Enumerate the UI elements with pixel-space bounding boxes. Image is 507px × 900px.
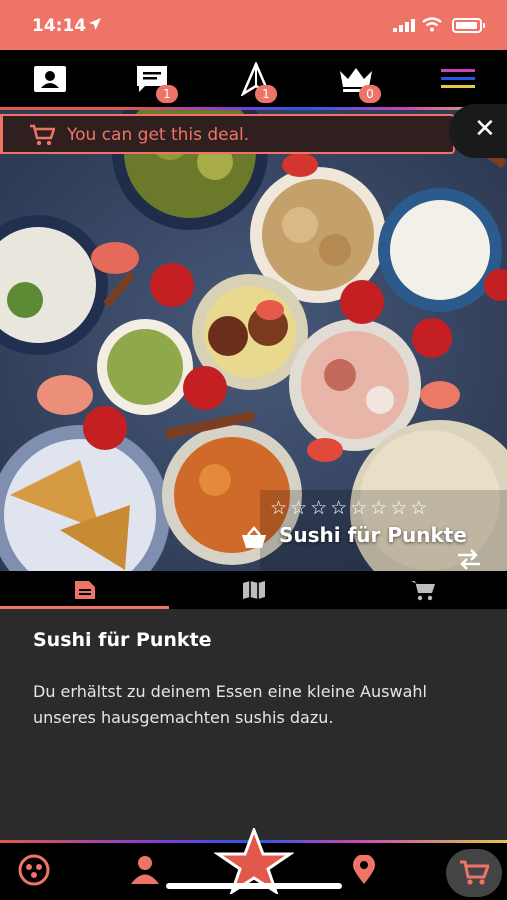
deal-description: Du erhältst zu deinem Essen eine kleine … xyxy=(33,682,427,727)
swap-arrows-icon[interactable] xyxy=(456,548,482,570)
rewards-badge: 0 xyxy=(359,85,381,103)
food-photo xyxy=(0,110,507,571)
coins-icon xyxy=(18,854,50,886)
deal-image: ☆☆☆☆☆☆☆☆ Sushi für Punkte xyxy=(0,110,507,571)
rating-stars[interactable]: ☆☆☆☆☆☆☆☆ xyxy=(270,497,430,519)
hero-deal-title: Sushi für Punkte xyxy=(279,523,467,547)
close-icon: ✕ xyxy=(474,114,496,144)
top-nav: 1 1 0 xyxy=(0,50,507,110)
detail-tabs xyxy=(0,571,507,609)
tab-cart[interactable] xyxy=(338,571,507,609)
battery-icon xyxy=(452,18,485,33)
status-time: 14:14 xyxy=(32,16,87,36)
chat-badge: 1 xyxy=(156,85,178,103)
menu-button[interactable] xyxy=(438,62,478,96)
profile-card-button[interactable] xyxy=(30,62,70,96)
tab-map[interactable] xyxy=(169,571,338,609)
profile-button[interactable] xyxy=(125,852,165,888)
deal-banner: You can get this deal. xyxy=(0,114,455,154)
location-button[interactable] xyxy=(344,852,384,888)
cart-button[interactable] xyxy=(446,849,502,897)
cart-icon xyxy=(30,124,55,146)
user-icon xyxy=(131,856,159,884)
deal-details: Sushi für Punkte Du erhältst zu deinem E… xyxy=(0,609,507,840)
deal-title: Sushi für Punkte xyxy=(33,629,212,651)
status-bar: 14:14 xyxy=(0,0,507,50)
coins-button[interactable] xyxy=(14,852,54,888)
app-screen: 14:14 1 1 0 ☆☆☆☆☆☆☆☆ Sushi für Punkte Yo… xyxy=(0,0,507,900)
menu-icon xyxy=(441,69,475,88)
document-icon xyxy=(74,581,95,599)
close-banner-button[interactable]: ✕ xyxy=(449,104,507,158)
deal-banner-text: You can get this deal. xyxy=(67,125,250,145)
map-icon xyxy=(242,581,265,599)
location-pin-icon xyxy=(353,855,375,884)
home-indicator[interactable] xyxy=(166,883,342,889)
profile-card-icon xyxy=(34,66,66,92)
bottom-nav xyxy=(0,828,507,900)
signal-icon xyxy=(393,19,415,32)
cart-icon xyxy=(410,581,435,601)
messages-badge: 1 xyxy=(255,85,277,103)
basket-icon xyxy=(242,526,266,548)
wifi-icon xyxy=(422,17,442,32)
location-arrow-icon xyxy=(89,18,101,30)
tab-description[interactable] xyxy=(0,571,169,609)
cart-icon xyxy=(460,860,489,885)
